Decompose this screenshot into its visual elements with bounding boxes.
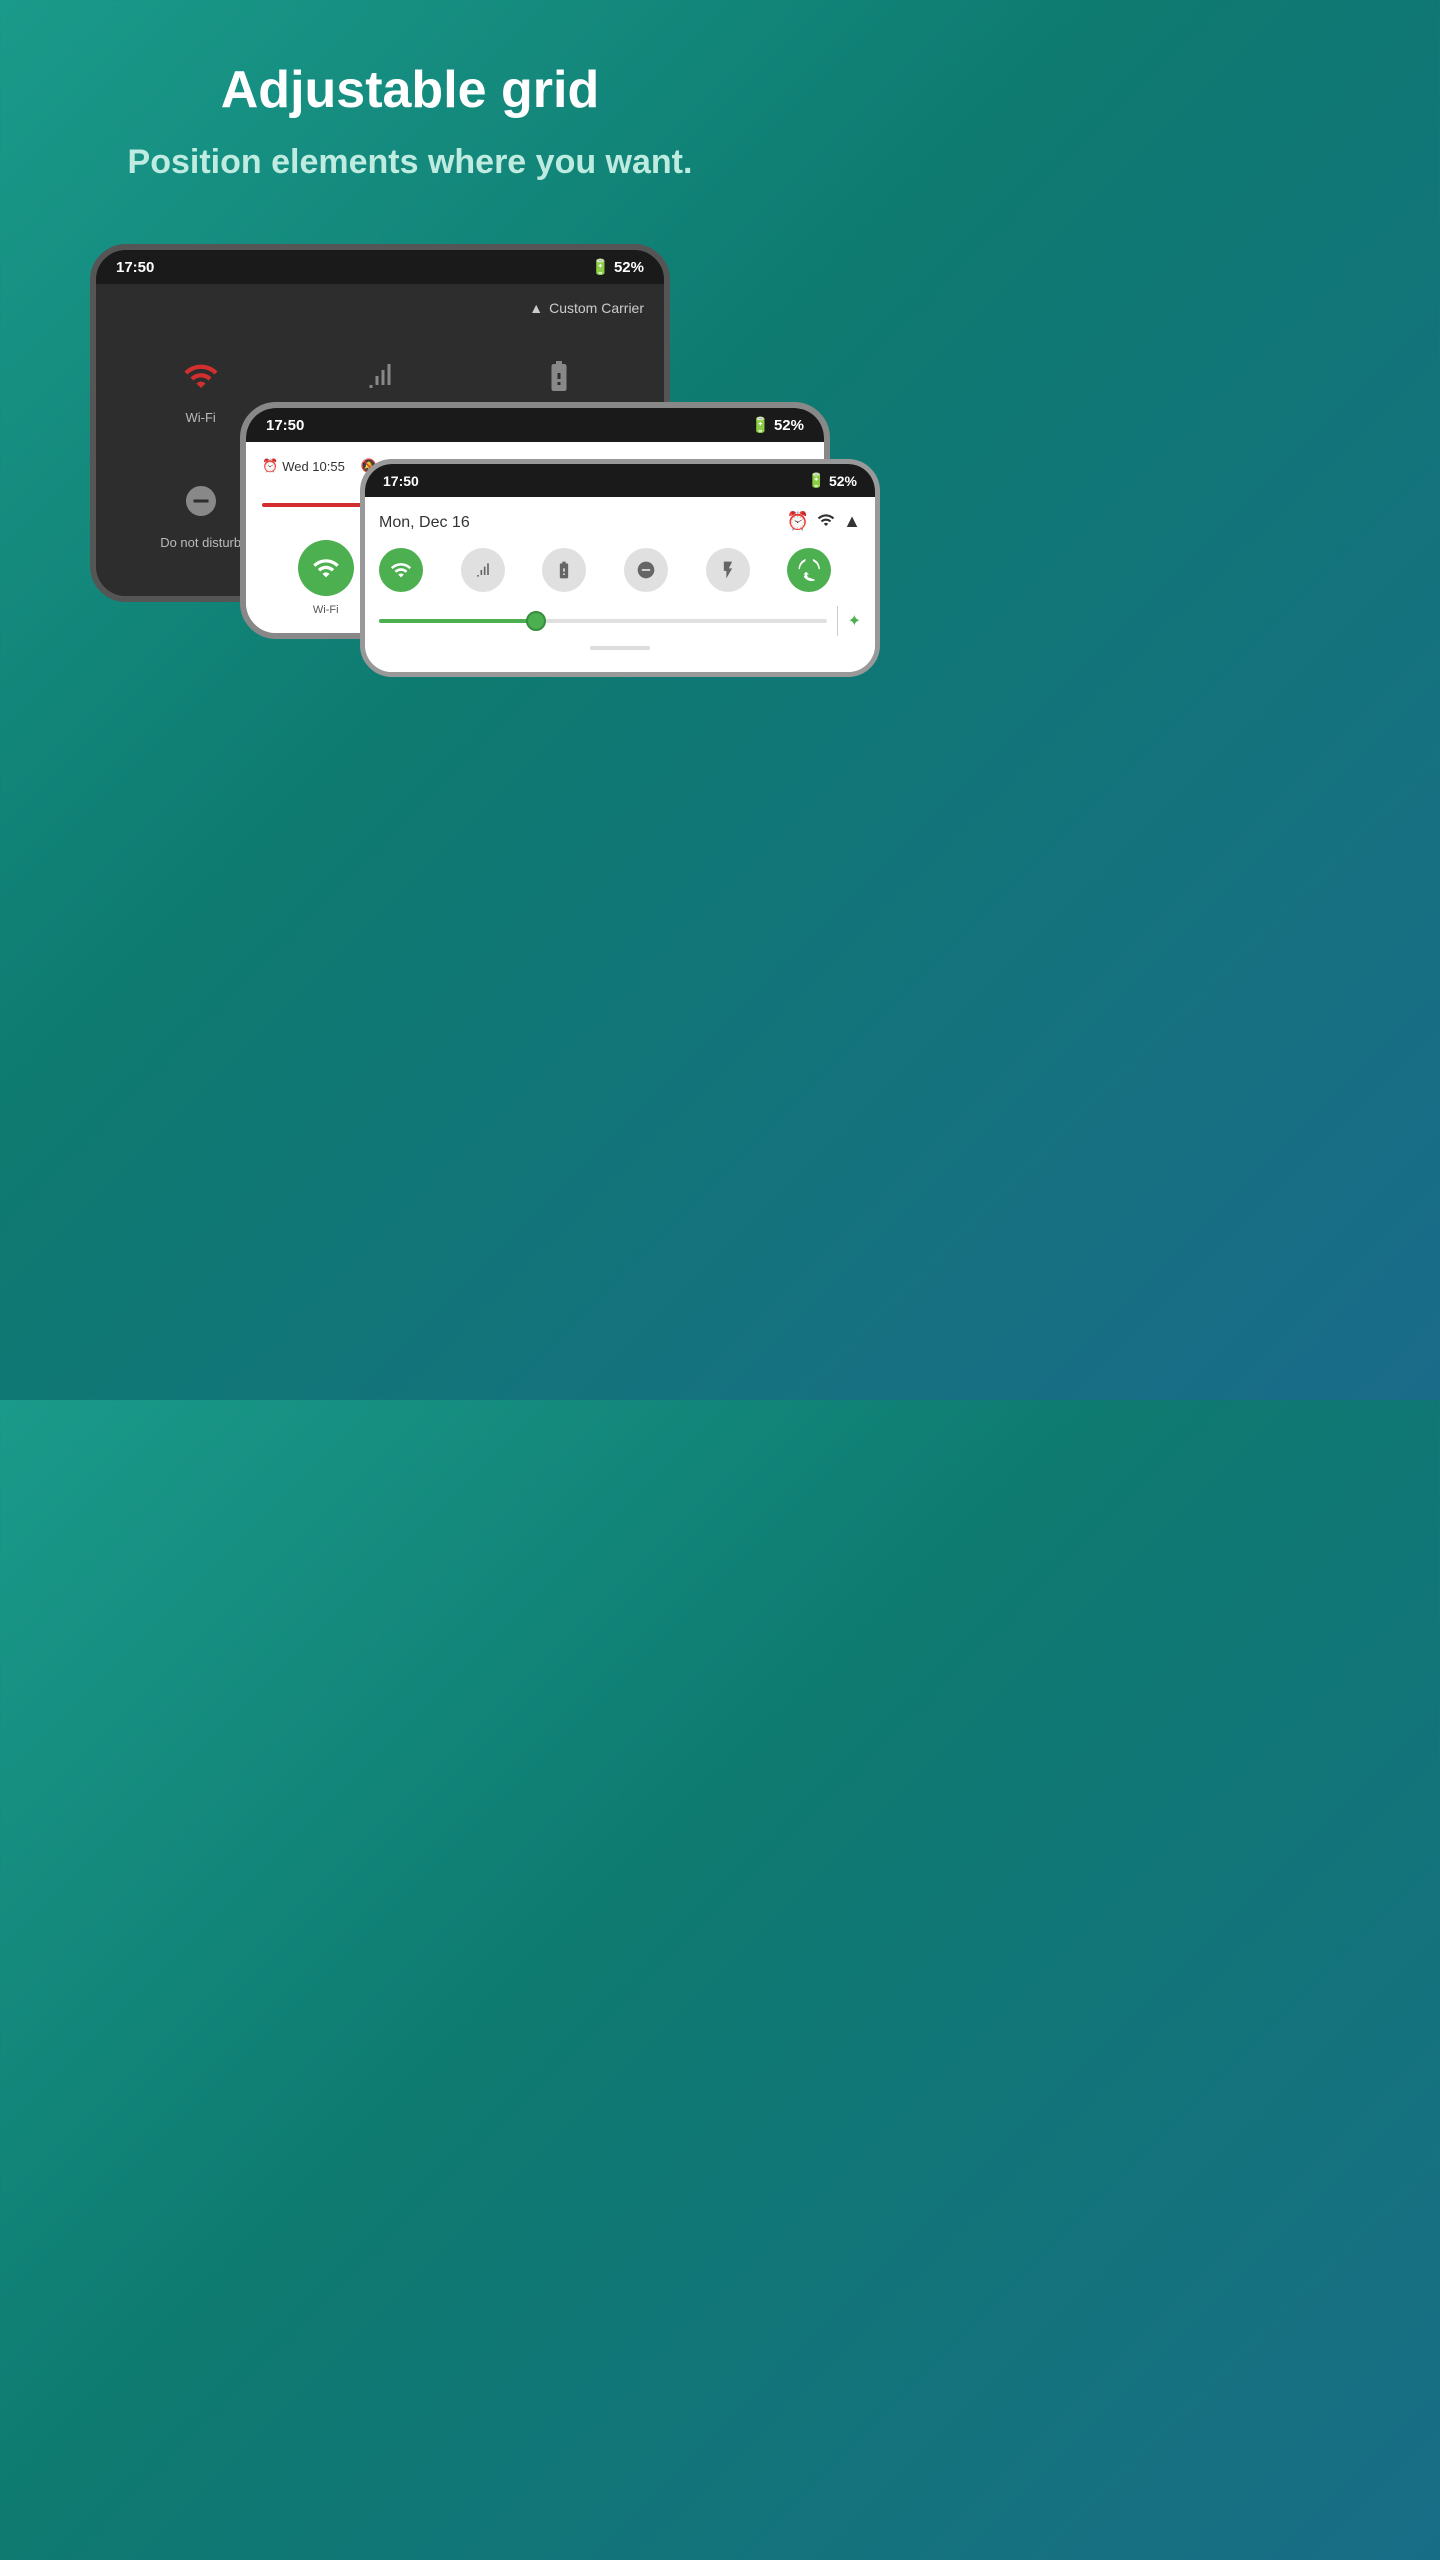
time-front: 17:50	[383, 473, 419, 489]
alarm-icon-front: ⏰	[787, 511, 809, 534]
alarm-icon: ⏰	[262, 458, 278, 474]
wifi-label-middle: Wi-Fi	[313, 604, 339, 617]
qs-grid-front	[379, 548, 861, 592]
phones-container: 17:50 🔋 52% ▲ Custom Carrier Wi	[0, 224, 820, 697]
brightness-thumb-front	[526, 611, 546, 631]
tile-wifi-front[interactable]	[379, 548, 423, 592]
time-back: 17:50	[116, 259, 154, 276]
tile-battery-front[interactable]	[542, 548, 586, 592]
status-bar-front: 17:50 🔋 52%	[365, 464, 875, 497]
signal-icon-front: ▲	[843, 511, 861, 534]
brightness-fill-front	[379, 619, 536, 623]
page-subtitle: Position elements where you want.	[40, 140, 780, 184]
dnd-icon-back	[177, 477, 225, 525]
status-right-back: 🔋 52%	[591, 258, 644, 276]
bottom-handle	[590, 646, 650, 650]
status-bar-middle: 17:50 🔋 52%	[246, 408, 824, 442]
brightness-divider-front	[837, 606, 838, 636]
carrier-line: ▲ Custom Carrier	[116, 300, 644, 316]
tile-rotate-front[interactable]	[787, 548, 831, 592]
date-icons: ⏰ ▲	[787, 511, 861, 534]
wifi-label-back: Wi-Fi	[186, 410, 216, 425]
alarm-text: Wed 10:55	[282, 459, 345, 474]
battery-saver-icon-back	[535, 352, 583, 400]
tile-mobile-front[interactable]	[461, 548, 505, 592]
status-bar-back: 17:50 🔋 52%	[96, 250, 664, 284]
time-middle: 17:50	[266, 417, 304, 434]
status-right-middle: 🔋 52%	[751, 416, 804, 434]
battery-icon-middle: 🔋	[751, 416, 770, 434]
wifi-circle-middle	[298, 540, 354, 596]
brightness-auto-icon-front[interactable]: ✦	[848, 611, 861, 631]
page-title: Adjustable grid	[40, 60, 780, 120]
front-content: Mon, Dec 16 ⏰ ▲	[365, 497, 875, 672]
brightness-slider-front[interactable]	[379, 619, 827, 623]
date-row: Mon, Dec 16 ⏰ ▲	[379, 511, 861, 534]
brightness-row-front: ✦	[379, 606, 861, 636]
header-section: Adjustable grid Position elements where …	[0, 0, 820, 224]
dnd-label-back: Do not disturb	[160, 535, 241, 550]
status-right-front: 🔋 52%	[808, 472, 857, 489]
tile-flashlight-front[interactable]	[706, 548, 750, 592]
battery-icon-front: 🔋	[808, 472, 825, 489]
signal-icon-back: ▲	[529, 300, 543, 316]
wifi-icon-front	[817, 511, 835, 534]
date-text: Mon, Dec 16	[379, 514, 470, 532]
mobile-icon-back	[356, 352, 404, 400]
battery-pct-front: 52%	[829, 473, 857, 489]
tile-dnd-front[interactable]	[624, 548, 668, 592]
wifi-icon-back	[177, 352, 225, 400]
battery-icon-back: 🔋	[591, 258, 610, 276]
carrier-name: Custom Carrier	[549, 300, 644, 316]
battery-pct-middle: 52%	[774, 417, 804, 434]
battery-pct-back: 52%	[614, 259, 644, 276]
phone-front: 17:50 🔋 52% Mon, Dec 16 ⏰ ▲	[360, 459, 880, 677]
notif-alarm: ⏰ Wed 10:55	[262, 458, 345, 474]
